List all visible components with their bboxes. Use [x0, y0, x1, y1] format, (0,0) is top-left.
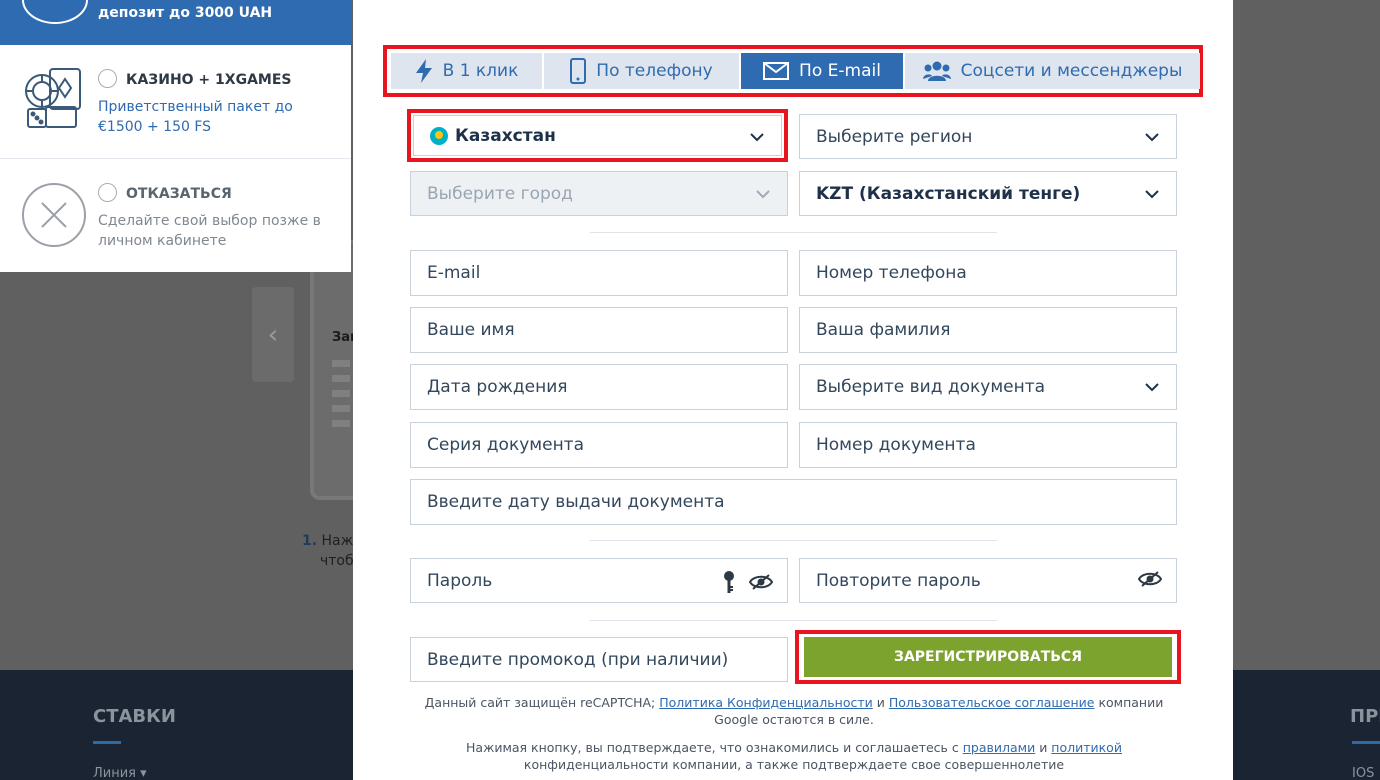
- users-icon: [922, 61, 951, 81]
- eye-slash-icon[interactable]: [749, 573, 773, 591]
- document-issue-date-field[interactable]: Введите дату выдачи документа: [410, 479, 1177, 525]
- footer-link-ios[interactable]: IOS: [1352, 766, 1374, 780]
- document-series-field[interactable]: Серия документа: [410, 422, 788, 468]
- lightning-icon: [415, 59, 432, 83]
- terms-link[interactable]: Пользовательское соглашение: [889, 695, 1095, 710]
- rules-link[interactable]: правилами: [963, 740, 1035, 755]
- password-field[interactable]: Пароль: [410, 558, 788, 603]
- country-value: Казахстан: [455, 125, 556, 146]
- footer-underline-right: [1352, 741, 1380, 744]
- phone-field[interactable]: Номер телефона: [799, 250, 1177, 296]
- phone-icon: [570, 58, 587, 84]
- chevron-down-icon: [1145, 190, 1159, 199]
- tab-email-label: По E-mail: [799, 61, 881, 81]
- document-number-field[interactable]: Номер документа: [799, 422, 1177, 468]
- recaptcha-and: и: [872, 695, 889, 710]
- bonus-item-sport[interactable]: депозит до 3000 UAH: [0, 0, 351, 45]
- email-field[interactable]: E-mail: [410, 250, 788, 296]
- tab-one-click-label: В 1 клик: [442, 61, 519, 81]
- tab-social-label: Соцсети и мессенджеры: [960, 61, 1183, 81]
- background-step: 1. Наж чтоб: [302, 531, 354, 571]
- chevron-down-icon: [750, 133, 764, 142]
- bonus-decline-desc: Сделайте свой выбор позже в личном кабин…: [98, 213, 321, 249]
- registration-tabs: В 1 клик По телефону По E-mail Соцсети и…: [391, 53, 1200, 89]
- password-placeholder: Пароль: [427, 570, 493, 591]
- key-icon[interactable]: [723, 570, 735, 594]
- document-type-select[interactable]: Выберите вид документа: [799, 364, 1177, 410]
- envelope-icon: [763, 62, 790, 80]
- recaptcha-notice: Данный сайт защищён reCAPTCHA; Политика …: [410, 694, 1178, 728]
- step-number: 1.: [302, 533, 318, 549]
- footer-link-line[interactable]: Линия ▾: [93, 766, 147, 780]
- bonus-casino-title: КАЗИНО + 1XGAMES: [126, 72, 292, 88]
- city-placeholder: Выберите город: [427, 183, 573, 204]
- currency-value: KZT (Казахстанский тенге): [816, 183, 1081, 204]
- first-name-placeholder: Ваше имя: [427, 320, 515, 340]
- last-name-field[interactable]: Ваша фамилия: [799, 307, 1177, 353]
- email-placeholder: E-mail: [427, 263, 481, 283]
- document-issue-date-placeholder: Введите дату выдачи документа: [427, 492, 725, 512]
- password-repeat-field[interactable]: Повторите пароль: [799, 558, 1177, 603]
- consent-and: и: [1035, 740, 1052, 755]
- birthdate-field[interactable]: Дата рождения: [410, 364, 788, 410]
- chevron-down-icon: [1145, 383, 1159, 392]
- consent-prefix: Нажимая кнопку, вы подтверждаете, что оз…: [466, 740, 963, 755]
- bonus-casino-desc: Приветственный пакет до €1500 + 150 FS: [98, 99, 293, 135]
- bonus-item-decline[interactable]: ОТКАЗАТЬСЯ Сделайте свой выбор позже в л…: [0, 159, 351, 272]
- chevron-down-icon: [756, 190, 770, 199]
- step-text-line1: Наж: [321, 533, 354, 549]
- last-name-placeholder: Ваша фамилия: [816, 320, 951, 340]
- promo-code-field[interactable]: Введите промокод (при наличии): [410, 637, 788, 682]
- consent-notice: Нажимая кнопку, вы подтверждаете, что оз…: [410, 739, 1178, 773]
- footer-underline: [93, 741, 121, 744]
- region-select[interactable]: Выберите регион: [799, 114, 1177, 159]
- policy-link[interactable]: политикой: [1051, 740, 1122, 755]
- chevron-down-icon: [1145, 133, 1159, 142]
- tab-social[interactable]: Соцсети и мессенджеры: [905, 53, 1200, 89]
- eye-slash-icon[interactable]: [1138, 570, 1162, 588]
- bonus-decline-radio[interactable]: [98, 183, 117, 202]
- football-icon: [22, 0, 88, 24]
- country-select[interactable]: Казахстан: [413, 115, 782, 156]
- footer-title-bets: СТАВКИ: [93, 706, 176, 727]
- divider: [590, 620, 997, 621]
- divider: [590, 540, 997, 541]
- tab-email[interactable]: По E-mail: [741, 53, 905, 89]
- document-number-placeholder: Номер документа: [816, 435, 976, 455]
- kazakhstan-flag-icon: [430, 126, 448, 145]
- promo-code-placeholder: Введите промокод (при наличии): [427, 649, 729, 670]
- password-repeat-placeholder: Повторите пароль: [816, 570, 981, 591]
- tab-phone-label: По телефону: [596, 61, 713, 81]
- bonus-casino-radio[interactable]: [98, 69, 117, 88]
- background-card-text: [332, 360, 352, 435]
- first-name-field[interactable]: Ваше имя: [410, 307, 788, 353]
- carousel-prev-button[interactable]: ‹: [252, 287, 294, 382]
- consent-suffix: конфиденциальности компании, а также под…: [523, 757, 1065, 772]
- bonus-sport-desc: депозит до 3000 UAH: [98, 5, 273, 21]
- birthdate-placeholder: Дата рождения: [427, 377, 568, 397]
- casino-chips-icon: [25, 68, 81, 128]
- bonus-decline-title: ОТКАЗАТЬСЯ: [126, 186, 232, 202]
- document-type-placeholder: Выберите вид документа: [816, 377, 1046, 397]
- password-repeat-icons: [1138, 570, 1162, 588]
- city-select[interactable]: Выберите город: [410, 171, 788, 216]
- divider: [590, 232, 997, 233]
- bonus-item-casino[interactable]: КАЗИНО + 1XGAMES Приветственный пакет до…: [0, 45, 351, 159]
- region-placeholder: Выберите регион: [816, 126, 973, 147]
- currency-select[interactable]: KZT (Казахстанский тенге): [799, 171, 1177, 216]
- footer-title-apps: ПРИ: [1350, 706, 1380, 727]
- privacy-policy-link[interactable]: Политика Конфиденциальности: [659, 695, 873, 710]
- close-circle-icon: [22, 183, 86, 247]
- register-button[interactable]: ЗАРЕГИСТРИРОВАТЬСЯ: [804, 637, 1172, 677]
- tab-one-click[interactable]: В 1 клик: [391, 53, 544, 89]
- bonus-panel: депозит до 3000 UAH КАЗИНО + 1XGAMES При…: [0, 0, 351, 272]
- recaptcha-prefix: Данный сайт защищён reCAPTCHA;: [424, 695, 660, 710]
- tab-phone[interactable]: По телефону: [544, 53, 741, 89]
- document-series-placeholder: Серия документа: [427, 435, 585, 455]
- password-icons: [723, 570, 773, 594]
- phone-placeholder: Номер телефона: [816, 263, 967, 283]
- step-text-line2: чтоб: [320, 553, 354, 569]
